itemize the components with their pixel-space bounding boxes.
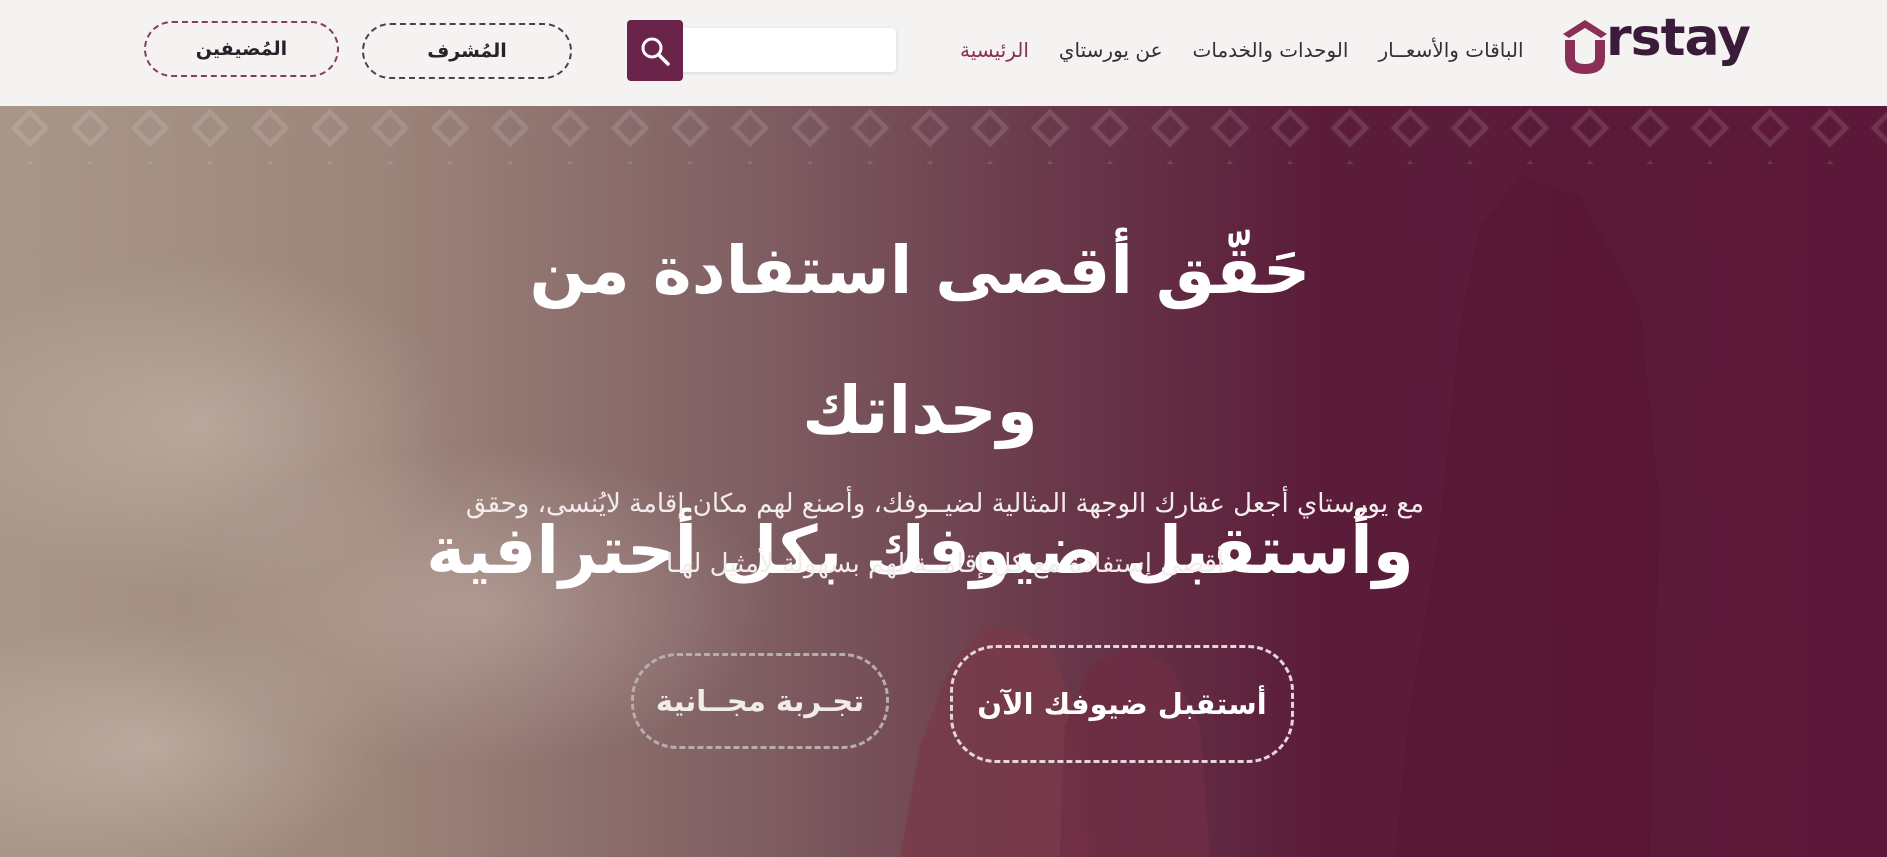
hero-subtitle-line-1: مع يورستاي أجعل عقارك الوجهة المثالية لض… (465, 489, 1425, 519)
hero-section: حَقّق أقصى استفادة من وحداتك وأستقبل ضيو… (0, 106, 1887, 857)
hero-subtitle: مع يورستاي أجعل عقارك الوجهة المثالية لض… (400, 474, 1490, 594)
nav-about[interactable]: عن يورستاي (1059, 38, 1163, 62)
hero-headline-line-1: حَقّق أقصى استفادة من وحداتك (529, 232, 1311, 449)
nav-units-services[interactable]: الوحدات والخدمات (1193, 38, 1349, 62)
search-bar (627, 20, 896, 81)
nav-home[interactable]: الرئيسية (960, 38, 1029, 62)
nav-packages-pricing[interactable]: الباقات والأسعــار (1378, 38, 1523, 62)
site-header: rstay الرئيسية عن يورستاي الوحدات والخدم… (0, 0, 1887, 106)
free-trial-button[interactable]: تجـربة مجــانية (631, 653, 889, 749)
logo-text[interactable]: rstay (1606, 12, 1751, 64)
hosts-button[interactable]: المُضيفين (144, 21, 339, 77)
search-button[interactable] (627, 20, 683, 81)
receive-guests-button[interactable]: أستقبل ضيوفك الآن (950, 645, 1294, 763)
search-input[interactable] (675, 28, 896, 72)
logo-icon[interactable] (1561, 18, 1609, 74)
supervisor-button[interactable]: المُشرف (362, 23, 572, 79)
hero-subtitle-line-2: أقصى إستفادة مع كل إقامــة لهم بسهولة لأ… (665, 549, 1225, 579)
main-nav: الرئيسية عن يورستاي الوحدات والخدمات الب… (960, 33, 1524, 67)
search-icon (641, 37, 670, 66)
